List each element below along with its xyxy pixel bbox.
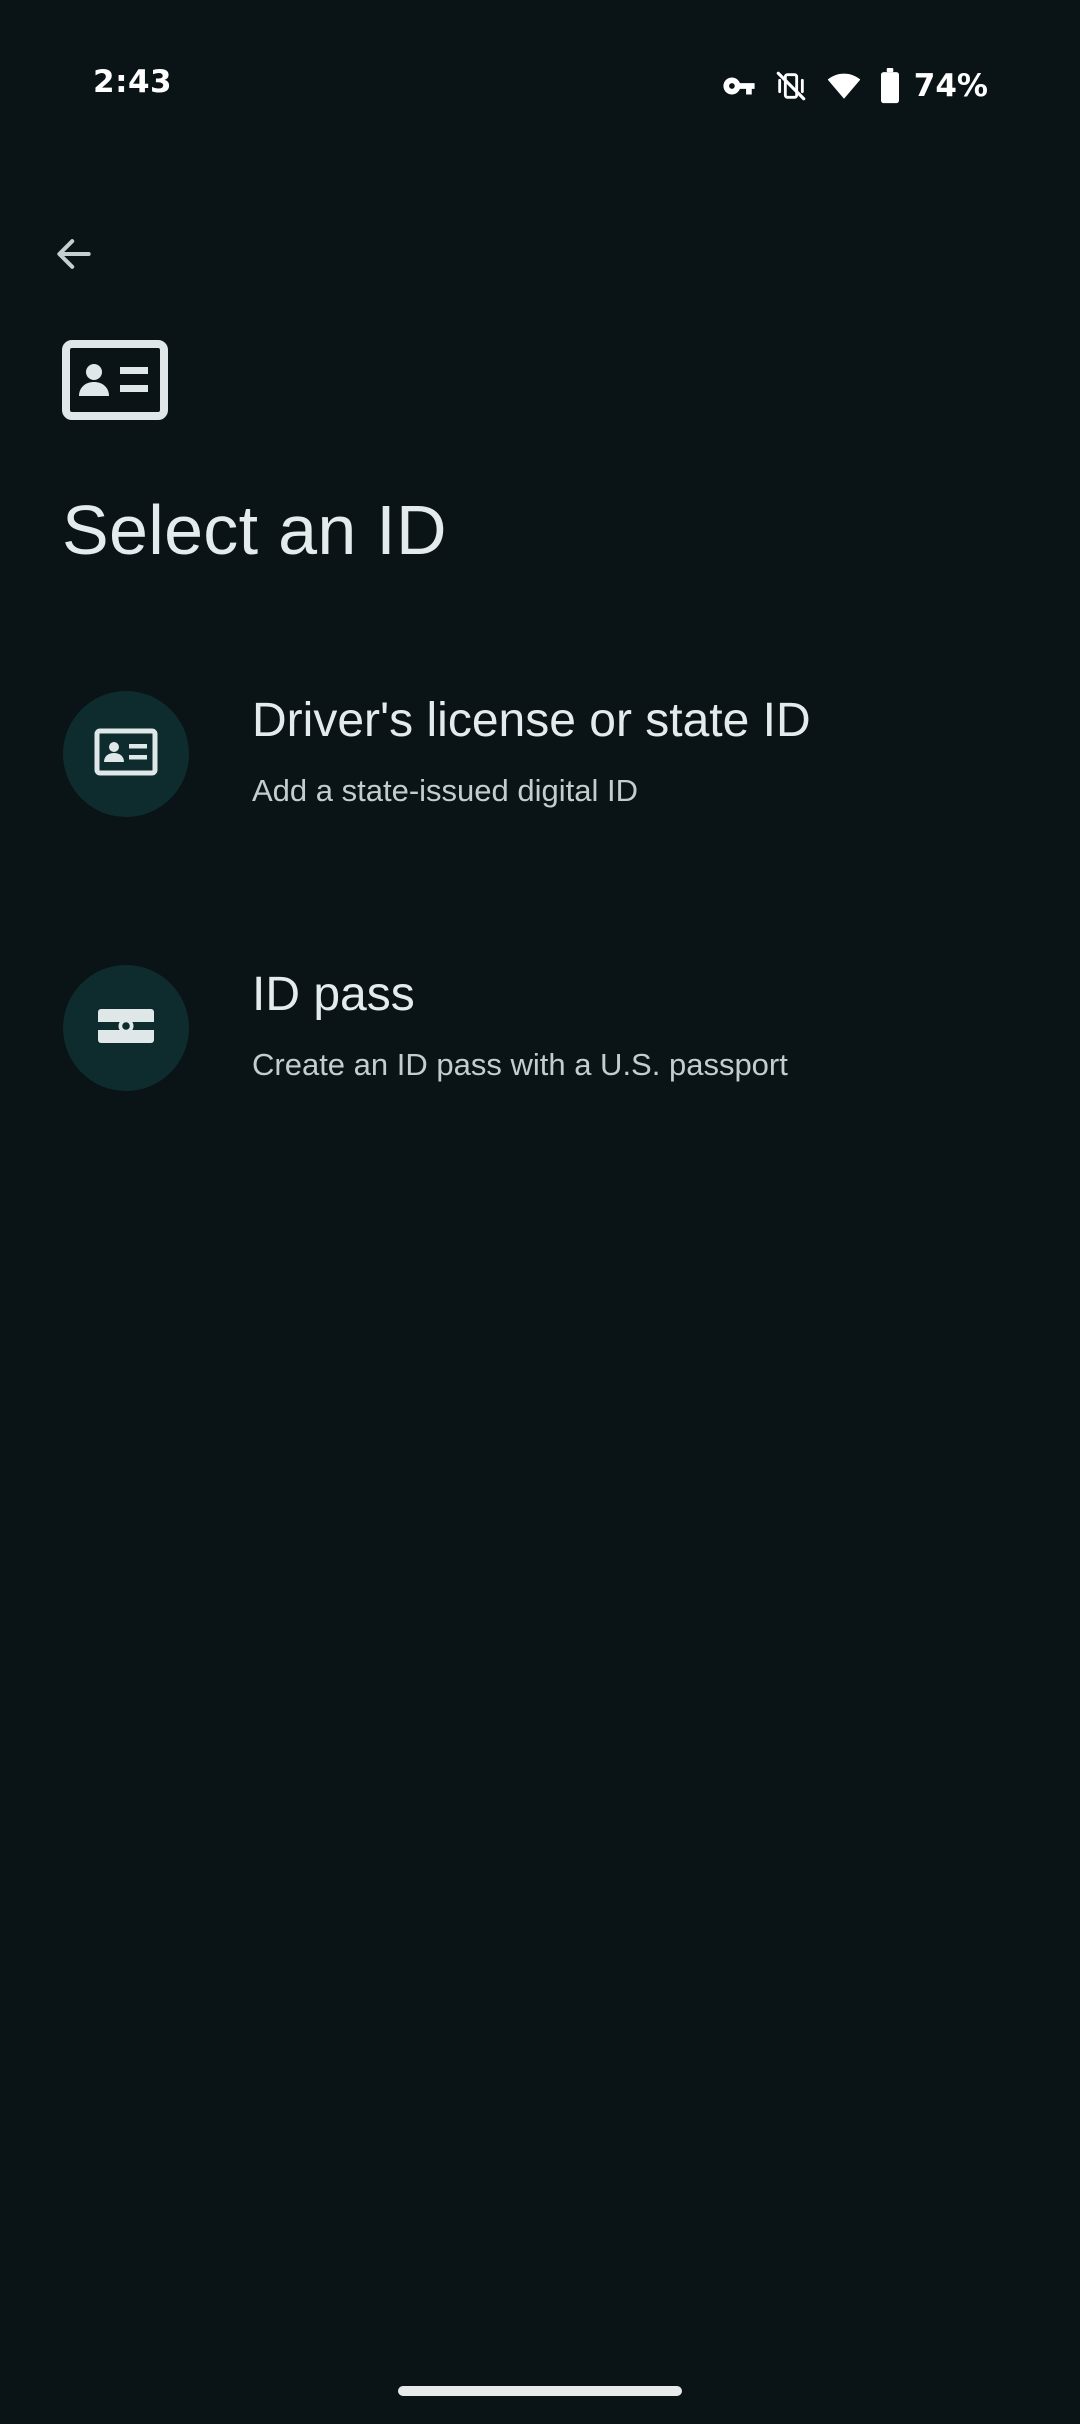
battery-percent: 74%	[913, 68, 988, 104]
option-icon-circle	[63, 965, 189, 1091]
gesture-nav-handle[interactable]	[398, 2386, 682, 2396]
id-pass-icon	[98, 1009, 154, 1047]
option-drivers-license[interactable]: Driver's license or state ID Add a state…	[0, 653, 1080, 853]
option-title: Driver's license or state ID	[252, 694, 811, 747]
id-card-icon	[94, 728, 158, 780]
option-id-pass[interactable]: ID pass Create an ID pass with a U.S. pa…	[0, 927, 1080, 1127]
arrow-back-icon	[52, 232, 96, 280]
battery-icon	[880, 68, 900, 104]
back-button[interactable]	[36, 218, 112, 294]
option-title: ID pass	[252, 968, 415, 1021]
option-subtitle: Add a state-issued digital ID	[252, 773, 638, 808]
option-icon-circle	[63, 691, 189, 817]
vibrate-off-icon	[774, 69, 808, 103]
id-card-icon	[62, 340, 168, 424]
status-bar: 2:43 74%	[0, 0, 1080, 172]
status-time: 2:43	[93, 64, 173, 100]
vpn-key-icon	[722, 69, 756, 103]
status-icons: 74%	[722, 66, 988, 106]
wifi-icon	[826, 69, 862, 103]
page-title: Select an ID	[62, 491, 447, 569]
option-subtitle: Create an ID pass with a U.S. passport	[252, 1047, 788, 1082]
